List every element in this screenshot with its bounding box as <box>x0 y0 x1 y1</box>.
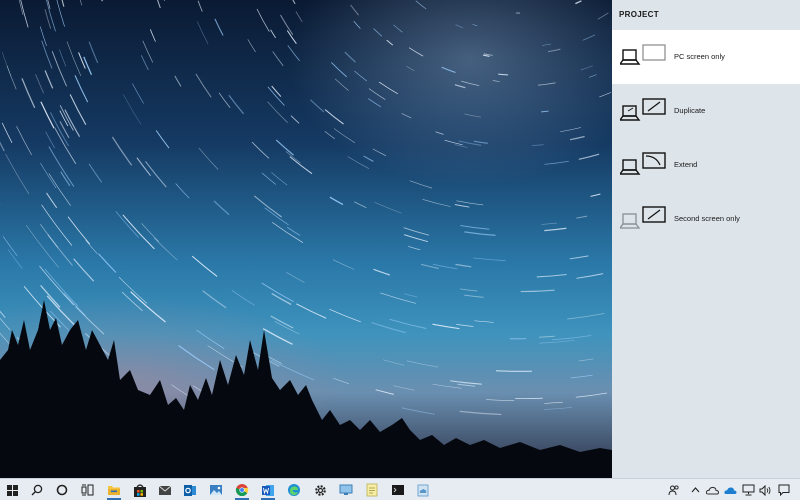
tree-silhouette <box>0 300 612 478</box>
extend-icon <box>620 152 666 175</box>
cloud-icon <box>723 486 736 494</box>
search-icon <box>31 484 43 496</box>
edge-icon <box>288 484 300 496</box>
taskbar-photos[interactable] <box>206 481 226 499</box>
cloud-app-icon <box>417 484 429 496</box>
taskbar-outlook[interactable] <box>180 481 200 499</box>
taskbar-cloud-app[interactable] <box>413 481 433 499</box>
onedrive-icon <box>705 486 719 494</box>
action-center-icon <box>778 484 790 496</box>
tray-volume[interactable] <box>758 481 772 499</box>
folder-icon <box>108 486 120 495</box>
people-icon <box>668 485 679 496</box>
option-duplicate[interactable]: Duplicate <box>612 84 800 138</box>
desktop-wallpaper <box>0 0 612 478</box>
tray-onedrive[interactable] <box>705 481 719 499</box>
taskbar <box>0 478 800 500</box>
mail-icon <box>158 485 172 495</box>
tray-people[interactable] <box>667 481 681 499</box>
option-pc-screen-only[interactable]: PC screen only <box>612 30 800 84</box>
start-button[interactable] <box>2 481 22 499</box>
volume-icon <box>759 484 770 496</box>
photos-icon <box>210 485 222 495</box>
option-second-screen-only[interactable]: Second screen only <box>612 192 800 246</box>
taskbar-settings[interactable] <box>310 481 330 499</box>
network-icon <box>742 484 754 496</box>
option-label: Second screen only <box>674 214 740 223</box>
store-bag-icon <box>134 483 146 497</box>
chrome-icon <box>235 484 249 497</box>
taskbar-store[interactable] <box>130 481 150 499</box>
gear-icon <box>314 484 326 496</box>
second-screen-only-icon <box>620 206 666 229</box>
taskbar-edge[interactable] <box>284 481 304 499</box>
option-label: Extend <box>674 160 698 169</box>
windows-logo-icon <box>6 484 18 496</box>
outlook-icon <box>184 484 196 496</box>
project-panel: PROJECT PC screen only Duplicate Extend <box>612 0 800 478</box>
taskbar-notepad[interactable] <box>362 481 382 499</box>
notepad-icon <box>366 483 378 497</box>
taskbar-terminal[interactable] <box>388 481 408 499</box>
task-view-button[interactable] <box>77 481 97 499</box>
task-view-icon <box>81 484 93 496</box>
terminal-icon <box>392 485 404 495</box>
option-extend[interactable]: Extend <box>612 138 800 192</box>
cortana-button[interactable] <box>52 481 72 499</box>
option-label: PC screen only <box>674 52 725 61</box>
option-label: Duplicate <box>674 106 706 115</box>
taskbar-mail[interactable] <box>155 481 175 499</box>
duplicate-icon <box>620 98 666 121</box>
chevron-up-icon <box>691 487 699 493</box>
search-button[interactable] <box>27 481 47 499</box>
taskbar-file-explorer[interactable] <box>104 481 124 500</box>
taskbar-chrome[interactable] <box>232 481 252 500</box>
pc-screen-only-icon <box>620 44 666 65</box>
tray-network[interactable] <box>741 481 755 499</box>
word-icon <box>262 484 274 496</box>
taskbar-remote-desktop[interactable] <box>336 481 356 499</box>
taskbar-word[interactable] <box>258 481 278 500</box>
tray-show-hidden-icons[interactable] <box>689 481 701 499</box>
tray-action-center[interactable] <box>776 481 792 499</box>
panel-title: PROJECT <box>619 10 659 19</box>
cortana-icon <box>56 484 68 496</box>
remote-desktop-icon <box>339 484 353 495</box>
tray-cloud[interactable] <box>723 481 737 499</box>
